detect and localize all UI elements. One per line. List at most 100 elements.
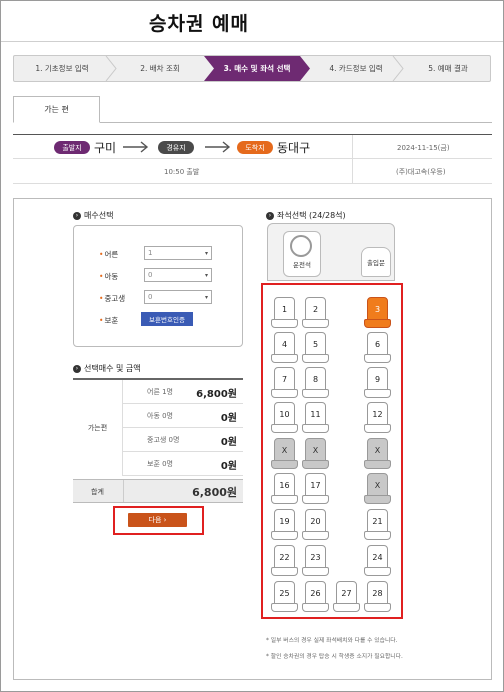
price-heading-text: 선택매수 및 금액 [84,364,141,373]
total-separator [123,480,124,502]
seat-cushion [302,603,329,612]
seat-cushion [302,460,329,469]
seat-cushion [364,460,391,469]
seat-cushion [271,424,298,433]
seat-17[interactable]: 17 [302,473,329,505]
seat-28[interactable]: 28 [364,581,391,613]
seat-number: 6 [367,332,388,356]
seat-1[interactable]: 1 [271,297,298,329]
chevron-right-icon: › [163,516,167,524]
adult-label: •어른 [99,250,119,259]
seat-cushion [302,319,329,328]
seat-cushion [364,531,391,540]
adult-select-value: 1 [148,249,153,257]
seat-6[interactable]: 6 [364,332,391,364]
seat-heading-text: 좌석선택 (24/28석) [277,211,346,220]
seat-number: 25 [274,581,295,605]
seat-2[interactable]: 2 [302,297,329,329]
price-row-label: 아동 0명 [147,412,173,420]
seat-21[interactable]: 21 [364,509,391,541]
seat-22[interactable]: 22 [271,545,298,577]
step-5: 5. 예매 결과 [428,64,468,73]
seat-taken: X [302,438,329,470]
route-separator [352,135,353,183]
seat-number: 28 [367,581,388,605]
arrow-right-icon [205,141,231,153]
count-heading: › 매수선택 [73,210,113,221]
seat-23[interactable]: 23 [302,545,329,577]
step-4: 4. 카드정보 입력 [329,64,383,73]
seat-number: 3 [367,297,388,321]
seat-note-2: * 할인 승차권의 경우 탑승 시 학생증 소지가 필요합니다. [266,654,403,660]
seat-number: 7 [274,367,295,391]
seat-number: 5 [305,332,326,356]
seat-5[interactable]: 5 [302,332,329,364]
seat-12[interactable]: 12 [364,402,391,434]
seat-11[interactable]: 11 [302,402,329,434]
seat-number: 12 [367,402,388,426]
seat-10[interactable]: 10 [271,402,298,434]
seat-cushion [364,424,391,433]
child-label-text: 아동 [104,272,119,281]
seat-9[interactable]: 9 [364,367,391,399]
seat-cushion [302,389,329,398]
seat-cushion [302,531,329,540]
seat-cushion [302,567,329,576]
page-title: 승차권 예매 [149,13,250,35]
seat-number: X [367,473,388,497]
veteran-label: •보훈 [99,316,119,325]
seat-27[interactable]: 27 [333,581,360,613]
seat-number: 16 [274,473,295,497]
travel-date: 2024-11-15(금) [397,144,450,152]
seat-number: 11 [305,402,326,426]
seat-number: 1 [274,297,295,321]
seat-20[interactable]: 20 [302,509,329,541]
student-select[interactable]: 0 ▾ [144,290,212,304]
price-row-veteran: 보훈 0명 0원 [123,452,243,476]
price-row-value: 6,800원 [196,389,237,400]
veteran-verify-button[interactable]: 보훈번호인증 [141,312,193,326]
seat-7[interactable]: 7 [271,367,298,399]
seat-cushion [364,354,391,363]
adult-select[interactable]: 1 ▾ [144,246,212,260]
seat-cushion [364,567,391,576]
next-button[interactable]: 다음 › [128,513,187,527]
step-2: 2. 배차 조회 [140,64,180,73]
price-row-student: 중고생 0명 0원 [123,428,243,452]
seat-26[interactable]: 26 [302,581,329,613]
tab-outbound[interactable]: 가는 편 [13,96,100,123]
seat-cushion [302,424,329,433]
seat-cushion [271,603,298,612]
seat-heading: › 좌석선택 (24/28석) [266,210,346,221]
seat-number: X [274,438,295,462]
seat-cushion [364,389,391,398]
route-bottom-line [13,183,492,184]
price-row-value: 0원 [220,461,237,472]
price-row-label: 어른 1명 [147,388,173,396]
seat-24[interactable]: 24 [364,545,391,577]
price-row-adult: 어른 1명 6,800원 [123,380,243,404]
seat-number: 2 [305,297,326,321]
seat-cushion [333,603,360,612]
seat-25[interactable]: 25 [271,581,298,613]
bus-company: (주)대고속(우등) [396,168,446,176]
departure-time: 10:50 출발 [164,168,200,176]
seat-cushion [271,389,298,398]
seat-19[interactable]: 19 [271,509,298,541]
seat-8[interactable]: 8 [302,367,329,399]
price-group-label: 가는편 [73,380,123,476]
seat-16[interactable]: 16 [271,473,298,505]
route-mid-line [13,158,492,159]
seat-number: 22 [274,545,295,569]
seat-3[interactable]: 3 [364,297,391,329]
next-button-label: 다음 [148,516,162,524]
total-label: 합계 [91,488,104,496]
count-heading-text: 매수선택 [84,211,114,220]
student-label: •중고생 [99,294,126,303]
departure-place: 구미 [94,141,117,155]
child-select[interactable]: 0 ▾ [144,268,212,282]
door-label: 출입문 [367,259,385,267]
student-label-text: 중고생 [104,294,126,303]
seat-4[interactable]: 4 [271,332,298,364]
price-heading: › 선택매수 및 금액 [73,363,141,374]
